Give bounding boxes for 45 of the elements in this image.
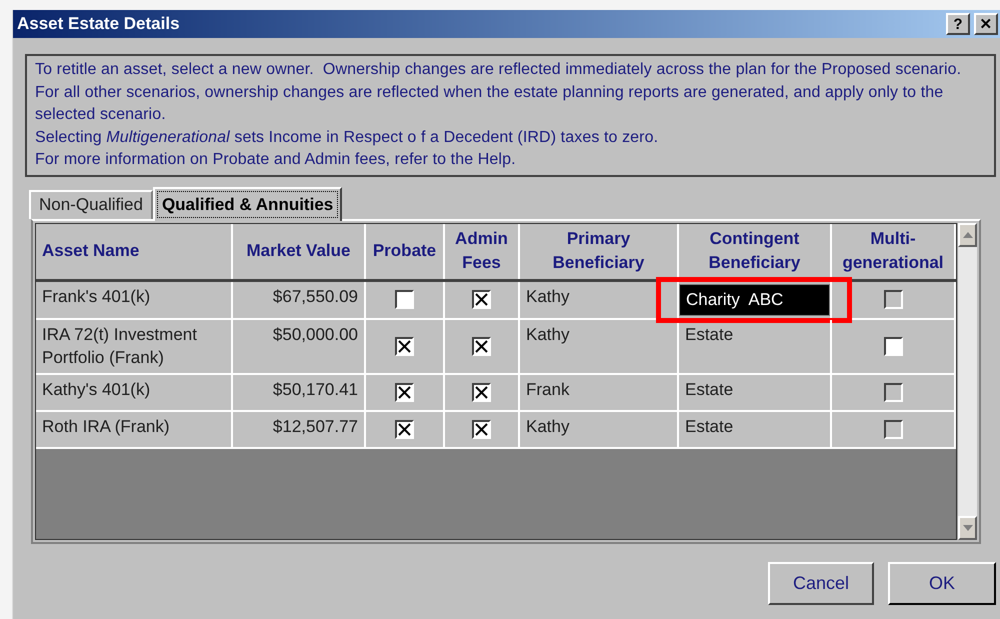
info-text: For more information on Probate and Admin fees, refer to the Help. bbox=[35, 150, 517, 170]
checkbox[interactable] bbox=[395, 336, 414, 356]
scroll-up-button[interactable] bbox=[958, 222, 977, 246]
table-cell: Kathy bbox=[520, 412, 679, 446]
info-text: Selecting Multigenerational sets Income in Respect o f a Decedent (IRD) taxes to zero. bbox=[35, 128, 660, 148]
cancel-button[interactable]: Cancel bbox=[768, 562, 874, 604]
column-header: Contingent Beneficiary bbox=[679, 224, 832, 278]
info-text: To retitle an asset, select a new owner. Ownership changes are reflected immediately across the plan for the Proposed scenario. For all other scenarios, ownership changes are reflected when the estate planning reports are generated, and apply only to the selected scenario. bbox=[35, 60, 962, 125]
down-arrow-icon bbox=[962, 524, 972, 530]
table-cell: Kathy bbox=[520, 320, 679, 372]
column-header: Asset Name bbox=[36, 224, 233, 278]
table-cell: Frank bbox=[520, 374, 679, 410]
table-cell: Frank's 401(k) bbox=[36, 282, 233, 318]
table-cell: Kathy's 401(k) bbox=[36, 374, 233, 410]
checkbox[interactable] bbox=[472, 420, 491, 438]
column-header: Probate bbox=[366, 224, 445, 278]
table-cell: Roth IRA (Frank) bbox=[36, 412, 233, 446]
column-header: Market Value bbox=[233, 224, 366, 278]
table-cell: IRA 72(t) Investment Portfolio (Frank) bbox=[36, 320, 233, 372]
table-cell: $50,000.00 bbox=[233, 320, 366, 372]
table-cell: $50,170.41 bbox=[233, 374, 366, 410]
table-cell[interactable]: Estate bbox=[679, 322, 830, 346]
checkbox[interactable] bbox=[472, 290, 491, 309]
column-header: Primary Beneficiary bbox=[520, 224, 679, 278]
table-cell[interactable]: Charity ABC bbox=[679, 284, 830, 316]
help-button[interactable]: ? bbox=[946, 13, 970, 35]
window-title: Asset Estate Details bbox=[17, 13, 180, 36]
tab[interactable]: Qualified & Annuities bbox=[152, 186, 342, 220]
column-header: Admin Fees bbox=[445, 224, 520, 278]
table-cell: $12,507.77 bbox=[233, 412, 366, 446]
checkbox[interactable] bbox=[395, 420, 414, 438]
checkbox[interactable] bbox=[395, 382, 414, 402]
table-cell: $67,550.09 bbox=[233, 282, 366, 318]
table-cell[interactable]: Estate bbox=[679, 414, 830, 438]
checkbox[interactable] bbox=[472, 336, 491, 356]
scroll-down-button[interactable] bbox=[958, 516, 977, 540]
up-arrow-icon bbox=[962, 232, 972, 238]
scrollbar[interactable] bbox=[957, 222, 977, 540]
ok-button[interactable]: OK bbox=[888, 562, 996, 604]
table-cell[interactable]: Estate bbox=[679, 376, 830, 400]
tab[interactable]: Non-Qualified bbox=[29, 190, 153, 218]
checkbox[interactable] bbox=[395, 290, 414, 309]
checkbox[interactable] bbox=[884, 336, 902, 356]
close-button[interactable]: ✕ bbox=[974, 13, 998, 35]
checkbox[interactable] bbox=[472, 382, 491, 402]
